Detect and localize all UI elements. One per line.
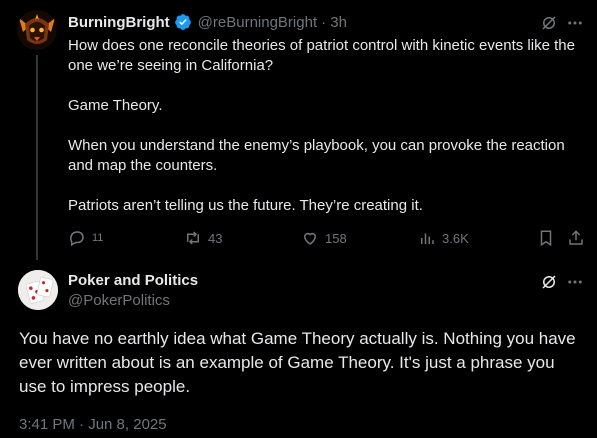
views-icon — [418, 229, 436, 247]
reply-timestamp[interactable]: 3:41 PM · Jun 8, 2025 — [19, 416, 167, 433]
repost-button[interactable]: 43 — [184, 229, 222, 247]
repost-count: 43 — [208, 230, 223, 246]
avatar-burningbright[interactable] — [17, 10, 57, 50]
avatar-pokerpolitics[interactable] — [18, 270, 58, 310]
thread-connector-line — [36, 55, 38, 260]
tweet-paragraph: Game Theory. — [68, 97, 163, 114]
tweet-time[interactable]: · 3h — [321, 14, 347, 31]
handle[interactable]: @reBurningBright — [198, 14, 317, 31]
display-name[interactable]: BurningBright — [68, 14, 170, 31]
like-count: 158 — [325, 230, 347, 246]
views-count: 3.6K — [442, 230, 469, 246]
tweet-paragraph: When you understand the enemy’s playbook… — [68, 137, 565, 174]
tweet-body: How does one reconcile theories of patri… — [68, 36, 588, 216]
share-icon[interactable] — [567, 229, 585, 252]
repost-icon — [184, 229, 202, 247]
bookmark-icon[interactable] — [537, 229, 555, 252]
more-icon[interactable] — [566, 14, 584, 37]
tweet-header: BurningBright @reBurningBright · 3h — [68, 13, 347, 31]
like-button[interactable]: 158 — [301, 229, 347, 247]
grok-icon[interactable] — [540, 14, 558, 37]
tweet-paragraph: Patriots aren’t telling us the future. T… — [68, 197, 423, 214]
reply-count: 11 — [92, 232, 104, 244]
reply-display-name[interactable]: Poker and Politics — [68, 272, 198, 289]
like-icon — [301, 229, 319, 247]
tweet-paragraph: How does one reconcile theories of patri… — [68, 37, 575, 74]
verified-badge-icon — [174, 13, 192, 31]
reply-handle[interactable]: @PokerPolitics — [68, 292, 170, 309]
grok-icon[interactable] — [540, 273, 558, 296]
reply-icon — [68, 229, 86, 247]
reply-button[interactable]: 11 — [68, 229, 103, 247]
more-icon[interactable] — [566, 273, 584, 296]
reply-text: You have no earthly idea what Game Theor… — [19, 329, 576, 396]
views-button[interactable]: 3.6K — [418, 229, 469, 247]
